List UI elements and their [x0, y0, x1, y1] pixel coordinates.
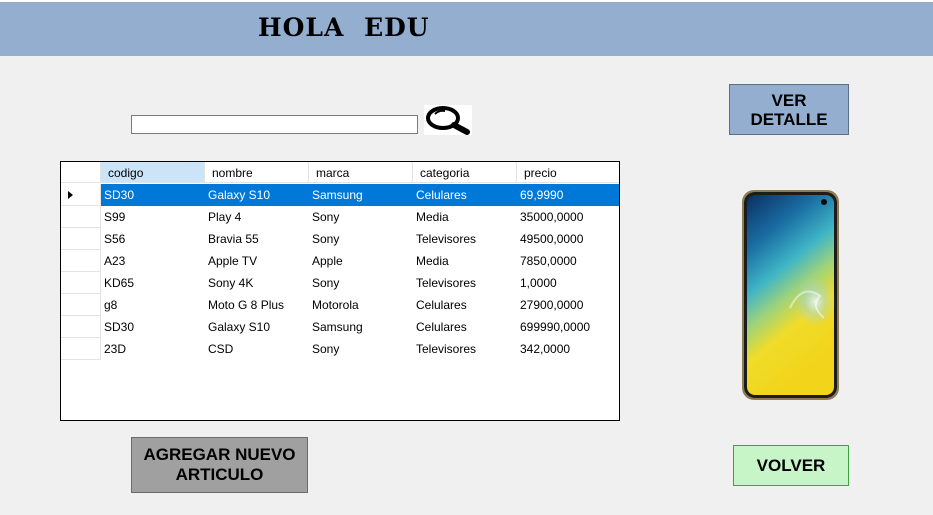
cell-nombre[interactable]: Sony 4K — [205, 272, 309, 294]
agregar-articulo-button[interactable]: AGREGAR NUEVO ARTICULO — [131, 437, 308, 493]
cell-categoria[interactable]: Celulares — [413, 184, 517, 206]
cell-codigo[interactable]: A23 — [101, 250, 205, 272]
cell-categoria[interactable]: Media — [413, 250, 517, 272]
cell-nombre[interactable]: Bravia 55 — [205, 228, 309, 250]
cell-precio[interactable]: 69,9990 — [517, 184, 619, 206]
cell-precio[interactable]: 1,0000 — [517, 272, 619, 294]
cell-nombre[interactable]: Apple TV — [205, 250, 309, 272]
cell-marca[interactable]: Samsung — [309, 184, 413, 206]
table-row[interactable]: SD30 Galaxy S10 Samsung Celulares 69,999… — [61, 184, 619, 206]
cell-marca[interactable]: Sony — [309, 206, 413, 228]
agregar-label-line1: AGREGAR NUEVO — [143, 445, 296, 464]
row-header[interactable] — [61, 184, 101, 206]
cell-codigo[interactable]: S99 — [101, 206, 205, 228]
table-row[interactable]: SD30 Galaxy S10 Samsung Celulares 699990… — [61, 316, 619, 338]
cell-nombre[interactable]: Moto G 8 Plus — [205, 294, 309, 316]
row-header[interactable] — [61, 228, 101, 250]
cell-marca[interactable]: Samsung — [309, 316, 413, 338]
cell-precio[interactable]: 342,0000 — [517, 338, 619, 360]
search-button[interactable] — [424, 105, 472, 135]
cell-nombre[interactable]: CSD — [205, 338, 309, 360]
cell-precio[interactable]: 49500,0000 — [517, 228, 619, 250]
ver-detalle-label-line1: VER — [771, 91, 807, 110]
cell-codigo[interactable]: S56 — [101, 228, 205, 250]
cell-precio[interactable]: 7850,0000 — [517, 250, 619, 272]
header-bar: HOLA EDU — [0, 0, 933, 56]
cell-categoria[interactable]: Televisores — [413, 228, 517, 250]
agregar-label-line2: ARTICULO — [175, 465, 264, 484]
table-row[interactable]: 23D CSD Sony Televisores 342,0000 — [61, 338, 619, 360]
table-row[interactable]: S99 Play 4 Sony Media 35000,0000 — [61, 206, 619, 228]
row-header[interactable] — [61, 316, 101, 338]
search-input[interactable] — [131, 115, 418, 134]
column-header-categoria[interactable]: categoria — [413, 162, 517, 183]
column-header-precio[interactable]: precio — [517, 162, 619, 183]
articles-grid[interactable]: codigo nombre marca categoria precio SD3… — [60, 161, 620, 421]
table-row[interactable]: g8 Moto G 8 Plus Motorola Celulares 2790… — [61, 294, 619, 316]
row-header[interactable] — [61, 250, 101, 272]
row-header[interactable] — [61, 272, 101, 294]
row-pointer-icon — [68, 191, 73, 199]
cell-codigo[interactable]: SD30 — [101, 316, 205, 338]
ver-detalle-label-line2: DETALLE — [750, 110, 828, 129]
row-header[interactable] — [61, 206, 101, 228]
cell-codigo[interactable]: SD30 — [101, 184, 205, 206]
cell-marca[interactable]: Apple — [309, 250, 413, 272]
cell-marca[interactable]: Sony — [309, 338, 413, 360]
cell-precio[interactable]: 27900,0000 — [517, 294, 619, 316]
cell-precio[interactable]: 699990,0000 — [517, 316, 619, 338]
grid-corner[interactable] — [61, 162, 101, 183]
row-header[interactable] — [61, 294, 101, 316]
cell-marca[interactable]: Motorola — [309, 294, 413, 316]
cell-marca[interactable]: Sony — [309, 228, 413, 250]
grid-header-row: codigo nombre marca categoria precio — [61, 162, 619, 183]
column-header-marca[interactable]: marca — [309, 162, 413, 183]
cell-codigo[interactable]: 23D — [101, 338, 205, 360]
cell-categoria[interactable]: Media — [413, 206, 517, 228]
table-row[interactable]: A23 Apple TV Apple Media 7850,0000 — [61, 250, 619, 272]
ver-detalle-button[interactable]: VER DETALLE — [729, 84, 849, 135]
row-header[interactable] — [61, 338, 101, 360]
cell-nombre[interactable]: Galaxy S10 — [205, 316, 309, 338]
cell-categoria[interactable]: Televisores — [413, 272, 517, 294]
cell-codigo[interactable]: g8 — [101, 294, 205, 316]
product-image — [740, 188, 841, 402]
cell-codigo[interactable]: KD65 — [101, 272, 205, 294]
cell-categoria[interactable]: Celulares — [413, 294, 517, 316]
cell-nombre[interactable]: Play 4 — [205, 206, 309, 228]
column-header-nombre[interactable]: nombre — [205, 162, 309, 183]
column-header-codigo[interactable]: codigo — [101, 162, 205, 183]
cell-precio[interactable]: 35000,0000 — [517, 206, 619, 228]
cell-marca[interactable]: Sony — [309, 272, 413, 294]
cell-categoria[interactable]: Celulares — [413, 316, 517, 338]
volver-button[interactable]: VOLVER — [733, 445, 849, 486]
table-row[interactable]: KD65 Sony 4K Sony Televisores 1,0000 — [61, 272, 619, 294]
magnifier-icon — [426, 106, 470, 135]
page-title: HOLA EDU — [258, 13, 430, 42]
app-window: HOLA EDU codigo nombre marca categoria p… — [0, 0, 933, 515]
table-row[interactable]: S56 Bravia 55 Sony Televisores 49500,000… — [61, 228, 619, 250]
cell-nombre[interactable]: Galaxy S10 — [205, 184, 309, 206]
cell-categoria[interactable]: Televisores — [413, 338, 517, 360]
